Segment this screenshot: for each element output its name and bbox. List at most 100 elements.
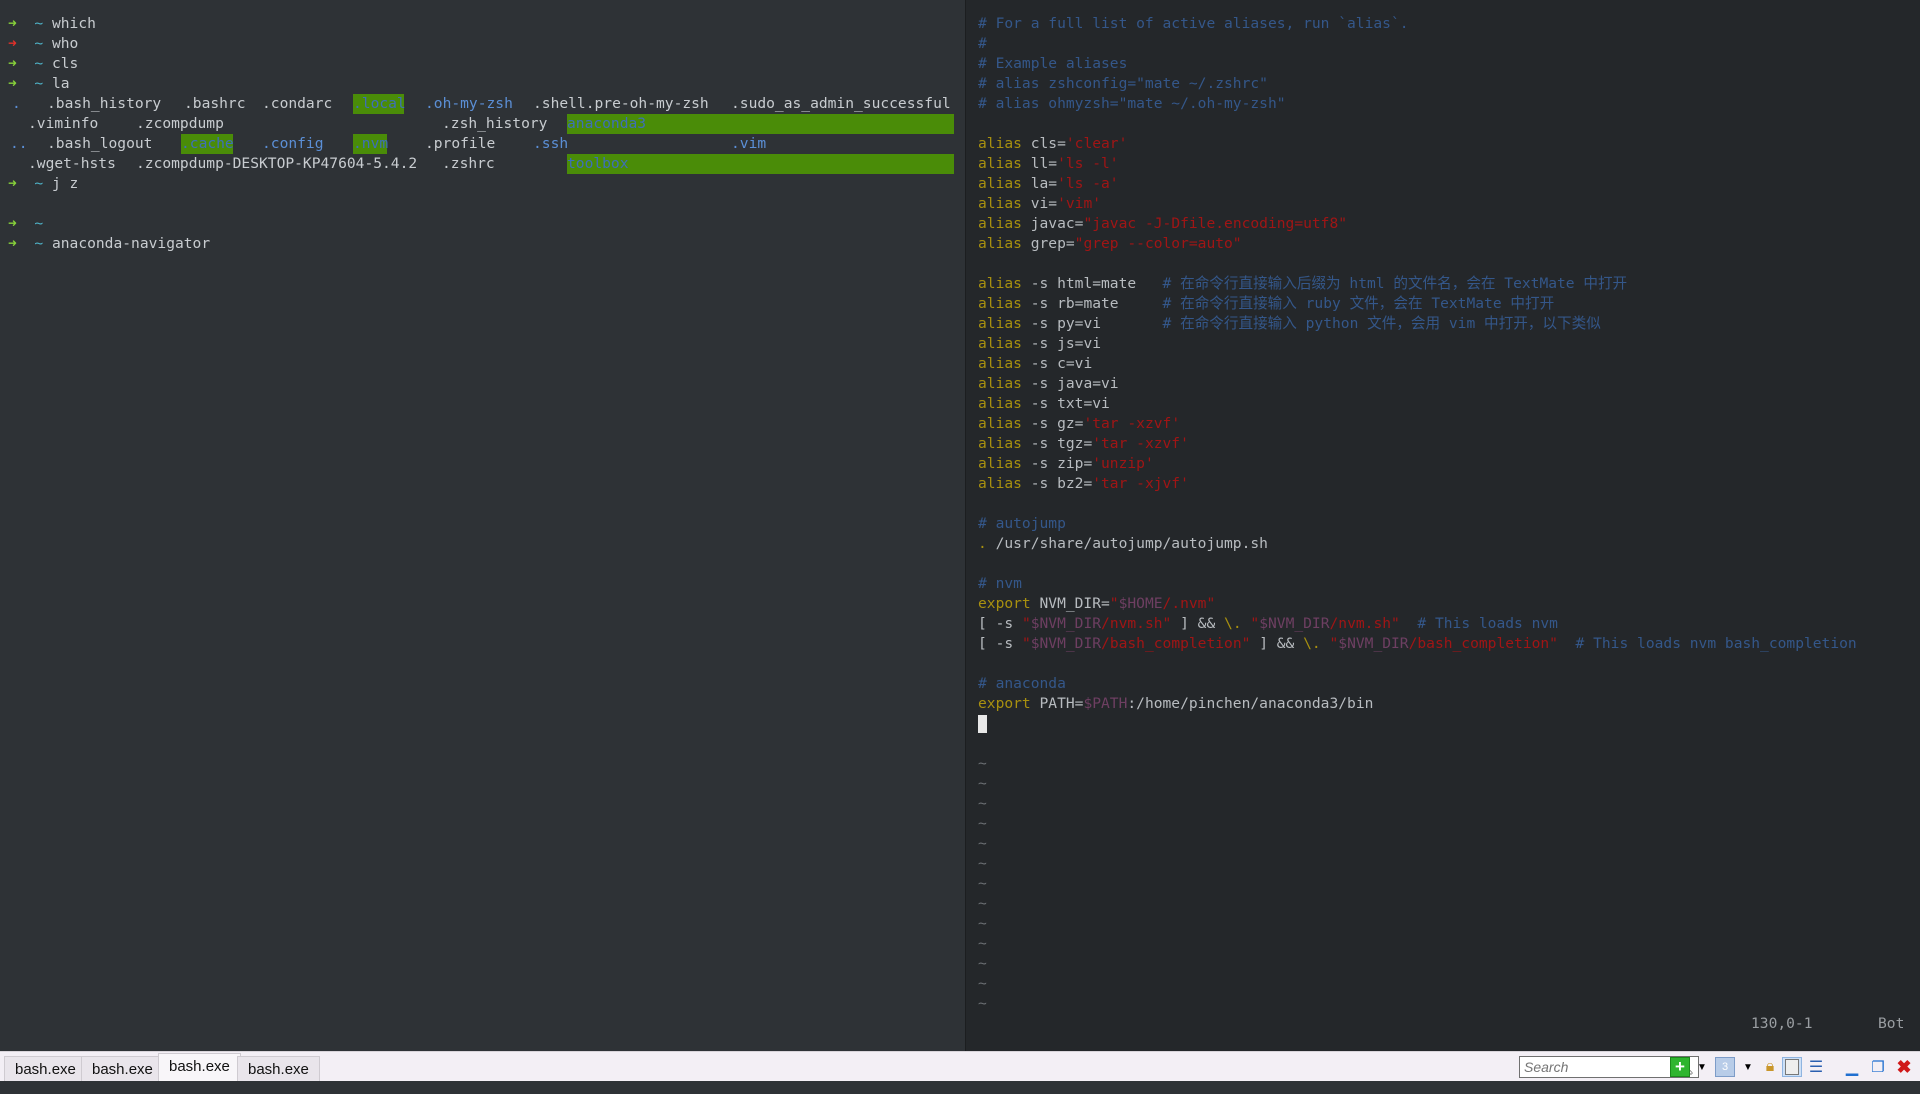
empty-line-tilde: ~ xyxy=(978,875,987,892)
code-token: alias xyxy=(978,215,1022,232)
code-token: $HOME xyxy=(1118,595,1163,612)
code-line: alias vi='vim' xyxy=(978,194,1101,214)
code-line: # xyxy=(978,34,987,54)
code-token: PATH= xyxy=(1030,695,1084,712)
ls-entry: .sudo_as_admin_successful xyxy=(731,95,951,112)
code-token: -s tgz= xyxy=(1021,435,1093,452)
code-line: alias grep="grep --color=auto" xyxy=(978,234,1242,254)
ls-entry: .wget-hsts xyxy=(28,155,116,172)
code-token: # alias zshconfig="mate ~/.zshrc" xyxy=(978,75,1268,92)
code-token: -s py=vi xyxy=(1021,315,1163,332)
code-token: alias xyxy=(978,335,1022,352)
code-token: export xyxy=(978,595,1031,612)
search-input[interactable] xyxy=(1520,1057,1673,1077)
tab-bash-2[interactable]: bash.exe xyxy=(81,1056,164,1081)
ls-entry: .nvm xyxy=(353,134,389,154)
code-line: [ -s "$NVM_DIR/bash_completion" ] && \. … xyxy=(978,634,1857,654)
code-token: -s bz2= xyxy=(1021,475,1093,492)
restore-icon[interactable]: ❐ xyxy=(1868,1057,1888,1077)
minimize-icon[interactable]: ▁ xyxy=(1842,1057,1862,1077)
text-cursor xyxy=(978,715,987,733)
close-icon[interactable]: ✖ xyxy=(1894,1057,1914,1077)
empty-line-tilde: ~ xyxy=(978,955,987,972)
code-token: $NVM_DIR xyxy=(1030,635,1102,652)
code-token: grep= xyxy=(1021,235,1075,252)
prompt-line: ➜ ~ j z xyxy=(8,174,78,194)
tab-bash-4[interactable]: bash.exe xyxy=(237,1056,320,1081)
code-token: :/home/pinchen/anaconda3/bin xyxy=(1127,695,1374,712)
code-token: /nvm.sh" xyxy=(1329,615,1400,632)
new-console-icon[interactable]: + xyxy=(1670,1057,1690,1077)
ls-entry: . xyxy=(12,95,21,112)
prompt-line: ➜ ~ who xyxy=(8,34,78,54)
ls-entry: .config xyxy=(262,135,324,152)
ls-entry: .. xyxy=(10,135,28,152)
code-token: $PATH xyxy=(1083,695,1128,712)
code-token: 'vim' xyxy=(1057,195,1102,212)
prompt-directory: ~ xyxy=(34,175,44,192)
tab-bash-3[interactable]: bash.exe xyxy=(158,1053,241,1081)
code-token: 'tar -xzvf' xyxy=(1092,435,1189,452)
prompt-line: ➜ ~ which xyxy=(8,14,96,34)
ls-entry: .ssh xyxy=(533,135,569,152)
code-token: -s gz= xyxy=(1021,415,1084,432)
code-token: # nvm xyxy=(978,575,1022,592)
code-token: " xyxy=(1329,635,1339,652)
code-token: " xyxy=(1250,615,1260,632)
ls-entry: .cache xyxy=(181,134,234,154)
console-select-icon[interactable]: 3 xyxy=(1715,1057,1735,1077)
code-token: alias xyxy=(978,455,1022,472)
ls-entry: .zcompdump-DESKTOP-KP47604-5.4.2 xyxy=(136,155,418,172)
vim-status-line: 130,0-1 Bot xyxy=(966,1014,1920,1034)
ls-entry: .oh-my-zsh xyxy=(425,95,513,112)
console-tab-bar: bash.exebash.exebash.exebash.exe 🔍︎ + ▼ … xyxy=(0,1051,1920,1081)
code-token: vi= xyxy=(1021,195,1058,212)
code-line: [ -s "$NVM_DIR/nvm.sh" ] && \. "$NVM_DIR… xyxy=(978,614,1558,634)
code-line: export PATH=$PATH:/home/pinchen/anaconda… xyxy=(978,694,1373,714)
code-line: alias javac="javac -J-Dfile.encoding=utf… xyxy=(978,214,1347,234)
code-token: # anaconda xyxy=(978,675,1066,692)
prompt-line: ➜ ~ xyxy=(8,214,52,234)
prompt-directory: ~ xyxy=(34,235,44,252)
tab-bash-1[interactable]: bash.exe xyxy=(4,1056,87,1081)
menu-icon[interactable]: ☰ xyxy=(1806,1057,1826,1077)
code-line: # For a full list of active aliases, run… xyxy=(978,14,1409,34)
code-token: NVM_DIR= xyxy=(1030,595,1110,612)
split-view-icon[interactable] xyxy=(1782,1057,1802,1077)
code-line: # alias ohmyzsh="mate ~/.oh-my-zsh" xyxy=(978,94,1286,114)
prompt-line: ➜ ~ la xyxy=(8,74,70,94)
lock-icon[interactable]: 🔒︎ xyxy=(1760,1057,1780,1077)
new-console-dropdown-icon[interactable]: ▼ xyxy=(1692,1057,1712,1077)
code-token: . xyxy=(978,535,996,552)
code-line: alias -s java=vi xyxy=(978,374,1119,394)
code-token: # autojump xyxy=(978,515,1066,532)
code-token: $NVM_DIR xyxy=(1259,615,1330,632)
code-token: export xyxy=(978,695,1031,712)
prompt-command: who xyxy=(51,35,79,52)
code-line: alias -s py=vi # 在命令行直接输入 python 文件，会用 v… xyxy=(978,314,1601,334)
prompt-arrow-icon: ➜ xyxy=(8,75,17,92)
ls-entry: .bashrc xyxy=(184,95,246,112)
prompt-arrow-icon: ➜ xyxy=(8,55,17,72)
empty-line-tilde: ~ xyxy=(978,975,987,992)
code-token: 'unzip' xyxy=(1092,455,1154,472)
code-token: # 在命令行直接输入后缀为 html 的文件名，会在 TextMate 中打开 xyxy=(1162,275,1628,292)
prompt-command: anaconda-navigator xyxy=(51,235,211,252)
code-token: alias xyxy=(978,435,1022,452)
code-token: javac= xyxy=(1021,215,1084,232)
vim-editor-pane[interactable]: 130,0-1 Bot # For a full list of active … xyxy=(965,0,1920,1051)
code-token: -s java=vi xyxy=(1021,375,1119,392)
ls-entry: toolbox xyxy=(567,154,954,174)
prompt-command: cls xyxy=(51,55,79,72)
ls-entry: .vim xyxy=(731,135,767,152)
prompt-line: ➜ ~ anaconda-navigator xyxy=(8,234,210,254)
ls-entry: .zsh_history xyxy=(442,115,548,132)
code-token: ] && xyxy=(1250,635,1304,652)
code-token: \. xyxy=(1224,615,1242,632)
terminal-left-pane[interactable]: ➜ ~ which ➜ ~ who ➜ ~ cls ➜ ~ la ➜ ~ j z ➜ ~ … xyxy=(0,0,965,1051)
code-token: $NVM_DIR xyxy=(1030,615,1102,632)
code-line: # Example aliases xyxy=(978,54,1127,74)
code-token: alias xyxy=(978,375,1022,392)
prompt-arrow-icon: ➜ xyxy=(8,215,17,232)
console-dropdown-icon[interactable]: ▼ xyxy=(1738,1057,1758,1077)
